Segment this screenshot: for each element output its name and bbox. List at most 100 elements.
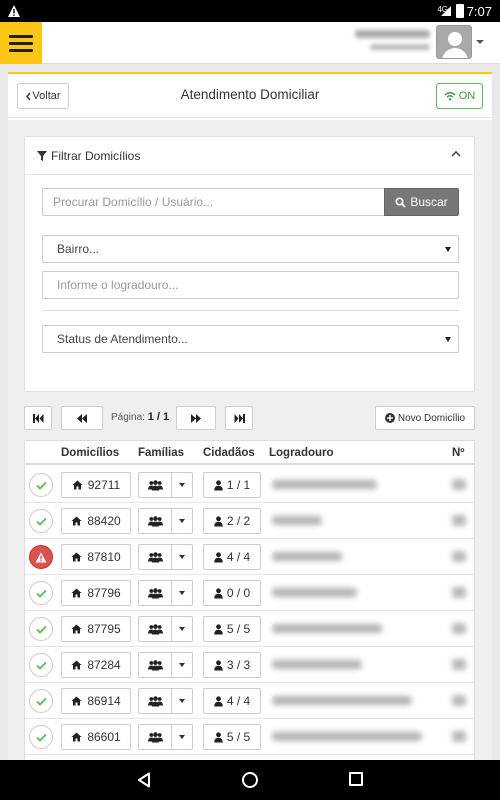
familias-dropdown-toggle[interactable]	[171, 652, 193, 678]
table-row: 88420 2 / 2	[25, 503, 474, 539]
domicilio-button[interactable]: 86914	[61, 688, 131, 714]
nav-home-icon[interactable]	[242, 772, 258, 788]
previous-page-button[interactable]	[61, 406, 103, 430]
online-status-label: ON	[458, 90, 476, 102]
column-header-familias[interactable]: Famílias	[138, 447, 184, 459]
cidadaos-button[interactable]: 4 / 4	[203, 688, 261, 714]
familias-dropdown-toggle[interactable]	[171, 508, 193, 534]
caret-down-icon	[179, 627, 185, 631]
familias-button[interactable]	[138, 580, 172, 606]
numero-redacted	[452, 551, 466, 562]
domicilio-id: 86601	[87, 730, 121, 744]
cidadaos-button[interactable]: 2 / 2	[203, 508, 261, 534]
cidadaos-button[interactable]: 5 / 5	[203, 616, 261, 642]
domicilio-button[interactable]: 87796	[61, 580, 131, 606]
familias-button[interactable]	[138, 724, 172, 750]
filter-icon	[37, 151, 47, 161]
search-input[interactable]	[42, 188, 384, 216]
familias-dropdown-toggle[interactable]	[171, 580, 193, 606]
nav-recent-icon[interactable]	[349, 772, 363, 786]
battery-icon	[456, 4, 464, 18]
cidadaos-button[interactable]: 4 / 4	[203, 544, 261, 570]
cidadaos-button[interactable]: 0 / 0	[203, 580, 261, 606]
next-page-button[interactable]	[176, 406, 216, 430]
column-header-numero[interactable]: Nº	[452, 447, 465, 459]
logradouro-redacted	[272, 516, 322, 525]
status-ok-button[interactable]	[29, 617, 53, 641]
status-select[interactable]: Status de Atendimento...	[42, 325, 459, 353]
table-row: 92711 1 / 1	[25, 467, 474, 503]
plus-circle-icon	[384, 413, 395, 423]
familias-dropdown-toggle[interactable]	[171, 472, 193, 498]
domicilio-button[interactable]: 92711	[61, 472, 131, 498]
cidadaos-button[interactable]: 3 / 3	[203, 652, 261, 678]
status-ok-button[interactable]	[29, 725, 53, 749]
home-icon	[71, 588, 82, 598]
domicilio-button[interactable]: 87795	[61, 616, 131, 642]
familias-dropdown-toggle[interactable]	[171, 724, 193, 750]
domicilio-button[interactable]: 87284	[61, 652, 131, 678]
numero-redacted	[452, 623, 466, 634]
search-button[interactable]: Buscar	[384, 188, 459, 216]
cidadaos-count: 5 / 5	[226, 730, 251, 744]
column-header-cidadaos[interactable]: Cidadãos	[203, 447, 255, 459]
status-ok-button[interactable]	[29, 473, 53, 497]
user-menu-caret-icon[interactable]	[476, 40, 484, 44]
familias-dropdown-toggle[interactable]	[171, 544, 193, 570]
new-domicilio-button[interactable]: Novo Domicílio	[375, 406, 475, 430]
caret-down-icon	[179, 591, 185, 595]
last-page-button[interactable]	[225, 406, 253, 430]
online-status-button[interactable]: ON	[436, 83, 483, 109]
cidadaos-count: 0 / 0	[226, 586, 251, 600]
familias-button[interactable]	[138, 688, 172, 714]
user-icon	[214, 731, 223, 742]
logradouro-input[interactable]	[42, 271, 459, 299]
caret-down-icon	[445, 337, 451, 342]
familias-button[interactable]	[138, 652, 172, 678]
chevron-up-icon[interactable]	[450, 149, 462, 159]
first-page-button[interactable]	[24, 406, 52, 430]
column-header-domicilios[interactable]: Domicílios	[61, 447, 119, 459]
cidadaos-button[interactable]: 5 / 5	[203, 724, 261, 750]
logradouro-redacted	[272, 480, 377, 489]
domicilio-button[interactable]: 88420	[61, 508, 131, 534]
familias-button[interactable]	[138, 544, 172, 570]
clock: 7:07	[466, 4, 492, 19]
warning-icon	[35, 552, 47, 562]
divider	[42, 310, 459, 311]
home-icon	[71, 660, 82, 670]
page-indicator: Página: 1 / 1	[111, 411, 169, 423]
status-alert-button[interactable]	[29, 545, 53, 569]
domicilio-id: 87284	[87, 658, 121, 672]
familias-dropdown-toggle[interactable]	[171, 688, 193, 714]
filter-panel-header[interactable]: Filtrar Domicílios	[25, 137, 474, 175]
domicilio-button[interactable]: 87810	[61, 544, 131, 570]
status-ok-button[interactable]	[29, 581, 53, 605]
cidadaos-button[interactable]: 1 / 1	[203, 472, 261, 498]
caret-down-icon	[445, 247, 451, 252]
main-card: Voltar Atendimento Domiciliar ON Filtrar…	[8, 72, 492, 774]
status-ok-button[interactable]	[29, 509, 53, 533]
logradouro-redacted	[272, 552, 342, 561]
status-bar: 4G 7:07	[0, 0, 500, 22]
domicilio-button[interactable]: 86601	[61, 724, 131, 750]
numero-redacted	[452, 659, 466, 670]
table-header: Domicílios Famílias Cidadãos Logradouro …	[25, 441, 474, 465]
status-ok-button[interactable]	[29, 689, 53, 713]
logradouro-redacted	[272, 624, 382, 633]
status-ok-button[interactable]	[29, 653, 53, 677]
familias-button[interactable]	[138, 508, 172, 534]
bairro-select[interactable]: Bairro...	[42, 235, 459, 263]
familias-button[interactable]	[138, 616, 172, 642]
column-header-logradouro[interactable]: Logradouro	[269, 447, 334, 459]
avatar-icon[interactable]	[436, 25, 472, 59]
cidadaos-count: 2 / 2	[226, 514, 251, 528]
table-row: 86601 5 / 5	[25, 719, 474, 755]
users-icon	[147, 479, 163, 490]
nav-back-icon[interactable]	[137, 772, 151, 788]
menu-icon[interactable]	[0, 22, 42, 64]
familias-button[interactable]	[138, 472, 172, 498]
familias-dropdown-toggle[interactable]	[171, 616, 193, 642]
check-icon	[35, 697, 47, 706]
users-icon	[147, 695, 163, 706]
